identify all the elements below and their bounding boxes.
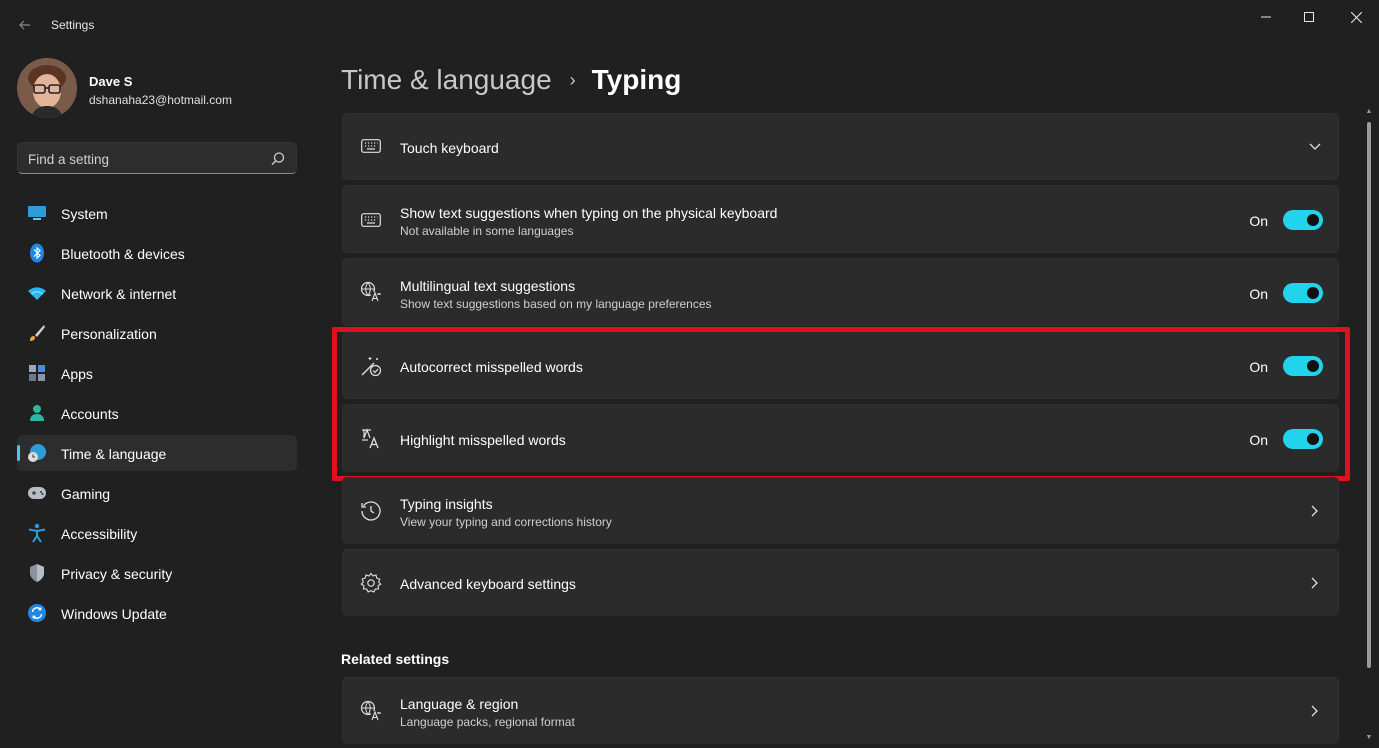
profile-name: Dave S bbox=[89, 74, 133, 89]
scroll-thumb[interactable] bbox=[1367, 122, 1371, 668]
sidebar-item-personalization[interactable]: Personalization bbox=[17, 315, 297, 351]
breadcrumb-separator: › bbox=[569, 69, 576, 90]
sidebar-item-bluetooth[interactable]: Bluetooth & devices bbox=[17, 235, 297, 271]
autocorrect-toggle[interactable] bbox=[1283, 356, 1323, 376]
search-input[interactable] bbox=[28, 149, 258, 169]
chevron-right-icon bbox=[1308, 576, 1322, 590]
history-icon bbox=[360, 500, 382, 522]
language-region-subtitle: Language packs, regional format bbox=[400, 715, 575, 729]
brush-icon bbox=[27, 324, 47, 342]
text-suggestions-toggle[interactable] bbox=[1283, 210, 1323, 230]
multilingual-state: On bbox=[1249, 286, 1268, 302]
autocorrect-setting: Autocorrect misspelled words On bbox=[342, 331, 1339, 399]
sidebar-item-gaming[interactable]: Gaming bbox=[17, 475, 297, 511]
autocorrect-icon bbox=[360, 355, 382, 377]
autocorrect-state: On bbox=[1249, 359, 1268, 375]
apps-icon bbox=[27, 364, 47, 382]
person-icon bbox=[27, 404, 47, 422]
search-icon[interactable] bbox=[270, 151, 286, 167]
gear-icon bbox=[360, 572, 382, 594]
typing-insights-title: Typing insights bbox=[400, 496, 493, 512]
typing-insights-subtitle: View your typing and corrections history bbox=[400, 515, 612, 529]
highlight-state: On bbox=[1249, 432, 1268, 448]
bluetooth-icon bbox=[27, 243, 47, 263]
multilingual-setting: Multilingual text suggestions Show text … bbox=[342, 258, 1339, 326]
sidebar-item-time-language[interactable]: Time & language bbox=[17, 435, 297, 471]
back-button[interactable] bbox=[12, 12, 38, 38]
highlight-setting: Highlight misspelled words On bbox=[342, 404, 1339, 472]
language-region-setting[interactable]: Language & region Language packs, region… bbox=[342, 677, 1339, 744]
touch-keyboard-setting[interactable]: Touch keyboard bbox=[342, 113, 1339, 180]
shield-icon bbox=[27, 564, 47, 582]
language-icon bbox=[360, 700, 382, 722]
text-suggestions-subtitle: Not available in some languages bbox=[400, 224, 574, 238]
sidebar-item-network[interactable]: Network & internet bbox=[17, 275, 297, 311]
text-suggestions-setting: Show text suggestions when typing on the… bbox=[342, 185, 1339, 253]
sidebar-item-privacy[interactable]: Privacy & security bbox=[17, 555, 297, 591]
text-suggestions-state: On bbox=[1249, 213, 1268, 229]
globe-clock-icon bbox=[27, 444, 47, 462]
language-icon bbox=[360, 281, 382, 303]
typing-insights-setting[interactable]: Typing insights View your typing and cor… bbox=[342, 477, 1339, 544]
touch-keyboard-title: Touch keyboard bbox=[400, 140, 499, 156]
multilingual-toggle[interactable] bbox=[1283, 283, 1323, 303]
profile-email: dshanaha23@hotmail.com bbox=[89, 93, 232, 107]
avatar-image bbox=[17, 58, 77, 118]
keyboard-icon bbox=[360, 209, 382, 231]
chevron-down-icon[interactable] bbox=[1308, 140, 1322, 154]
scroll-up-arrow-icon[interactable]: ▲ bbox=[1365, 108, 1373, 118]
related-settings-heading: Related settings bbox=[341, 651, 450, 667]
breadcrumb-parent[interactable]: Time & language bbox=[341, 64, 552, 96]
user-profile[interactable]: Dave S dshanaha23@hotmail.com bbox=[17, 58, 297, 118]
highlight-title: Highlight misspelled words bbox=[400, 432, 566, 448]
maximize-icon bbox=[1304, 12, 1314, 22]
scroll-down-arrow-icon[interactable]: ▼ bbox=[1365, 734, 1373, 744]
app-title: Settings bbox=[51, 18, 95, 32]
close-icon bbox=[1350, 11, 1362, 23]
keyboard-icon bbox=[360, 135, 382, 157]
sidebar-item-windows-update[interactable]: Windows Update bbox=[17, 595, 297, 631]
minimize-button[interactable] bbox=[1243, 0, 1289, 34]
advanced-keyboard-setting[interactable]: Advanced keyboard settings bbox=[342, 549, 1339, 616]
chevron-right-icon bbox=[1308, 704, 1322, 718]
back-arrow-icon bbox=[19, 20, 30, 30]
sidebar-item-system[interactable]: System bbox=[17, 195, 297, 231]
wifi-icon bbox=[27, 284, 47, 302]
scrollbar[interactable]: ▲ ▼ bbox=[1365, 108, 1373, 748]
close-button[interactable] bbox=[1333, 0, 1379, 34]
text-suggestions-title: Show text suggestions when typing on the… bbox=[400, 205, 778, 221]
highlight-toggle[interactable] bbox=[1283, 429, 1323, 449]
language-region-title: Language & region bbox=[400, 696, 519, 712]
sidebar-item-accounts[interactable]: Accounts bbox=[17, 395, 297, 431]
multilingual-title: Multilingual text suggestions bbox=[400, 278, 576, 294]
sidebar-nav: System Bluetooth & devices Network & int… bbox=[17, 195, 297, 635]
page-title: Typing bbox=[591, 64, 682, 95]
spellcheck-icon bbox=[360, 428, 382, 450]
multilingual-subtitle: Show text suggestions based on my langua… bbox=[400, 297, 712, 311]
sidebar-item-apps[interactable]: Apps bbox=[17, 355, 297, 391]
search-box[interactable] bbox=[17, 142, 297, 174]
monitor-icon bbox=[27, 204, 47, 222]
title-bar: Settings bbox=[0, 0, 1379, 48]
minimize-icon bbox=[1261, 16, 1271, 18]
advanced-keyboard-title: Advanced keyboard settings bbox=[400, 576, 576, 592]
update-icon bbox=[27, 604, 47, 622]
avatar bbox=[17, 58, 77, 118]
sidebar-item-accessibility[interactable]: Accessibility bbox=[17, 515, 297, 551]
gamepad-icon bbox=[27, 484, 47, 502]
autocorrect-title: Autocorrect misspelled words bbox=[400, 359, 583, 375]
maximize-button[interactable] bbox=[1286, 0, 1332, 34]
breadcrumb: Time & language › Typing bbox=[341, 60, 681, 100]
chevron-right-icon bbox=[1308, 504, 1322, 518]
accessibility-icon bbox=[27, 523, 47, 543]
